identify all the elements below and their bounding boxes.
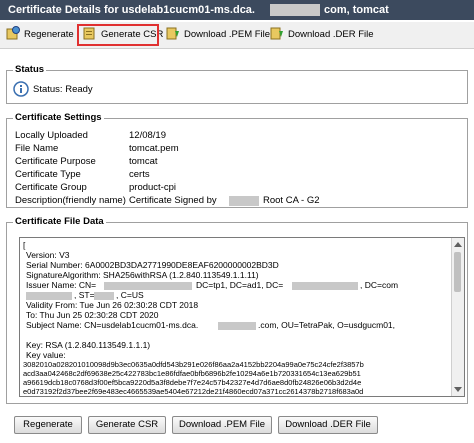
download-der-toolbar-button[interactable]: Download .DER File bbox=[270, 25, 374, 45]
scroll-up-icon[interactable] bbox=[454, 242, 462, 247]
redacted-block bbox=[270, 4, 320, 16]
generate-csr-button[interactable]: Generate CSR bbox=[88, 416, 166, 434]
cert-line: Key: RSA (1.2.840.113549.1.1.1) bbox=[26, 340, 151, 350]
status-legend: Status bbox=[13, 64, 47, 75]
regenerate-toolbar-button[interactable]: Regenerate bbox=[6, 25, 74, 45]
value-description-suffix: Root CA - G2 bbox=[263, 195, 320, 206]
value-description: Certificate Signed by bbox=[129, 195, 217, 206]
cert-line-issuer-st: , ST= bbox=[74, 290, 95, 300]
cert-line-issuer-tail: DC=tp1, DC=ad1, DC= bbox=[196, 280, 284, 290]
info-icon bbox=[13, 81, 29, 100]
download-pem-label: Download .PEM File bbox=[184, 29, 271, 40]
redacted-block bbox=[292, 282, 358, 290]
download-icon bbox=[270, 26, 284, 40]
cert-line: SignatureAlgorithm: SHA256withRSA (1.2.8… bbox=[26, 270, 259, 280]
settings-legend: Certificate Settings bbox=[13, 112, 104, 123]
window-title-prefix: Certificate Details for usdelab1cucm01-m… bbox=[8, 4, 255, 16]
value-file-name: tomcat.pem bbox=[129, 143, 179, 154]
download-der-button[interactable]: Download .DER File bbox=[278, 416, 378, 434]
value-certificate-group: product-cpi bbox=[129, 182, 176, 193]
window-title-bar: Certificate Details for usdelab1cucm01-m… bbox=[0, 0, 474, 20]
cert-line: Validity From: Tue Jun 26 02:30:28 CDT 2… bbox=[26, 300, 199, 310]
cert-line-subject-tail: .com, OU=TetraPak, O=usdgucm01, bbox=[258, 320, 396, 330]
label-certificate-group: Certificate Group bbox=[15, 182, 87, 193]
cert-line: Issuer Name: CN= bbox=[26, 280, 97, 290]
redacted-block bbox=[104, 282, 192, 290]
download-pem-button[interactable]: Download .PEM File bbox=[172, 416, 272, 434]
label-certificate-type: Certificate Type bbox=[15, 169, 81, 180]
label-certificate-purpose: Certificate Purpose bbox=[15, 156, 96, 167]
regenerate-button[interactable]: Regenerate bbox=[14, 416, 82, 434]
value-locally-uploaded: 12/08/19 bbox=[129, 130, 166, 141]
status-section: Status Status: Ready bbox=[6, 64, 468, 104]
certificate-text-area[interactable]: [ Version: V3 Serial Number: 6A0002BD3DA… bbox=[19, 237, 465, 397]
file-data-legend: Certificate File Data bbox=[13, 216, 106, 227]
cert-line: Key value: bbox=[26, 350, 66, 360]
label-locally-uploaded: Locally Uploaded bbox=[15, 130, 88, 141]
cert-line: 3082010a028201010098d9b3ec0635a0dfd543b2… bbox=[23, 360, 364, 369]
scrollbar-thumb[interactable] bbox=[454, 252, 461, 292]
vertical-scrollbar[interactable] bbox=[451, 238, 464, 396]
download-pem-toolbar-button[interactable]: Download .PEM File bbox=[166, 25, 270, 45]
label-file-name: File Name bbox=[15, 143, 59, 154]
cert-line: [ bbox=[23, 240, 26, 250]
regenerate-label: Regenerate bbox=[24, 29, 74, 40]
cert-line: To: Thu Jun 25 02:30:28 CDT 2020 bbox=[26, 310, 159, 320]
certificate-settings-section: Certificate Settings Locally Uploaded 12… bbox=[6, 112, 468, 208]
cert-line-issuer-tail2: , DC=com bbox=[360, 280, 399, 290]
value-certificate-type: certs bbox=[129, 169, 150, 180]
label-description: Description(friendly name) bbox=[15, 195, 126, 206]
download-der-label: Download .DER File bbox=[288, 29, 374, 40]
cert-line: e0d73192f2d37bee2f69e483ec4665539ae5404e… bbox=[23, 387, 364, 396]
cert-line: acd3aa042468c2df69638e25c422783bc1e86fdf… bbox=[23, 369, 361, 378]
status-text: Status: Ready bbox=[33, 84, 93, 95]
certificate-file-data-section: Certificate File Data [ Version: V3 Seri… bbox=[6, 216, 468, 404]
cert-line: Subject Name: CN=usdelab1cucm01-ms.dca. bbox=[26, 320, 199, 330]
cert-line-issuer-c: , C=US bbox=[116, 290, 144, 300]
window-title-suffix: com, tomcat bbox=[324, 4, 389, 16]
cert-line: Serial Number: 6A0002BD3DA2771990DE8EAF6… bbox=[26, 260, 279, 270]
cert-line: a96619dcb18c0768d3f00ef5bca9220d5a3f8deb… bbox=[23, 378, 362, 387]
regenerate-icon bbox=[6, 26, 20, 40]
redacted-block bbox=[218, 322, 256, 330]
redacted-block bbox=[94, 292, 114, 300]
cert-line: Version: V3 bbox=[26, 250, 70, 260]
redacted-block bbox=[26, 292, 72, 300]
toolbar: Regenerate Generate CSR Download .PEM Fi… bbox=[0, 22, 474, 49]
cert-line: a9762c01091bb1e0b07653f9a9478d5fa422d8ed… bbox=[23, 396, 346, 397]
generate-csr-highlight bbox=[77, 24, 159, 46]
scroll-down-icon[interactable] bbox=[454, 387, 462, 392]
download-icon bbox=[166, 26, 180, 40]
redacted-block bbox=[229, 196, 259, 206]
value-certificate-purpose: tomcat bbox=[129, 156, 158, 167]
